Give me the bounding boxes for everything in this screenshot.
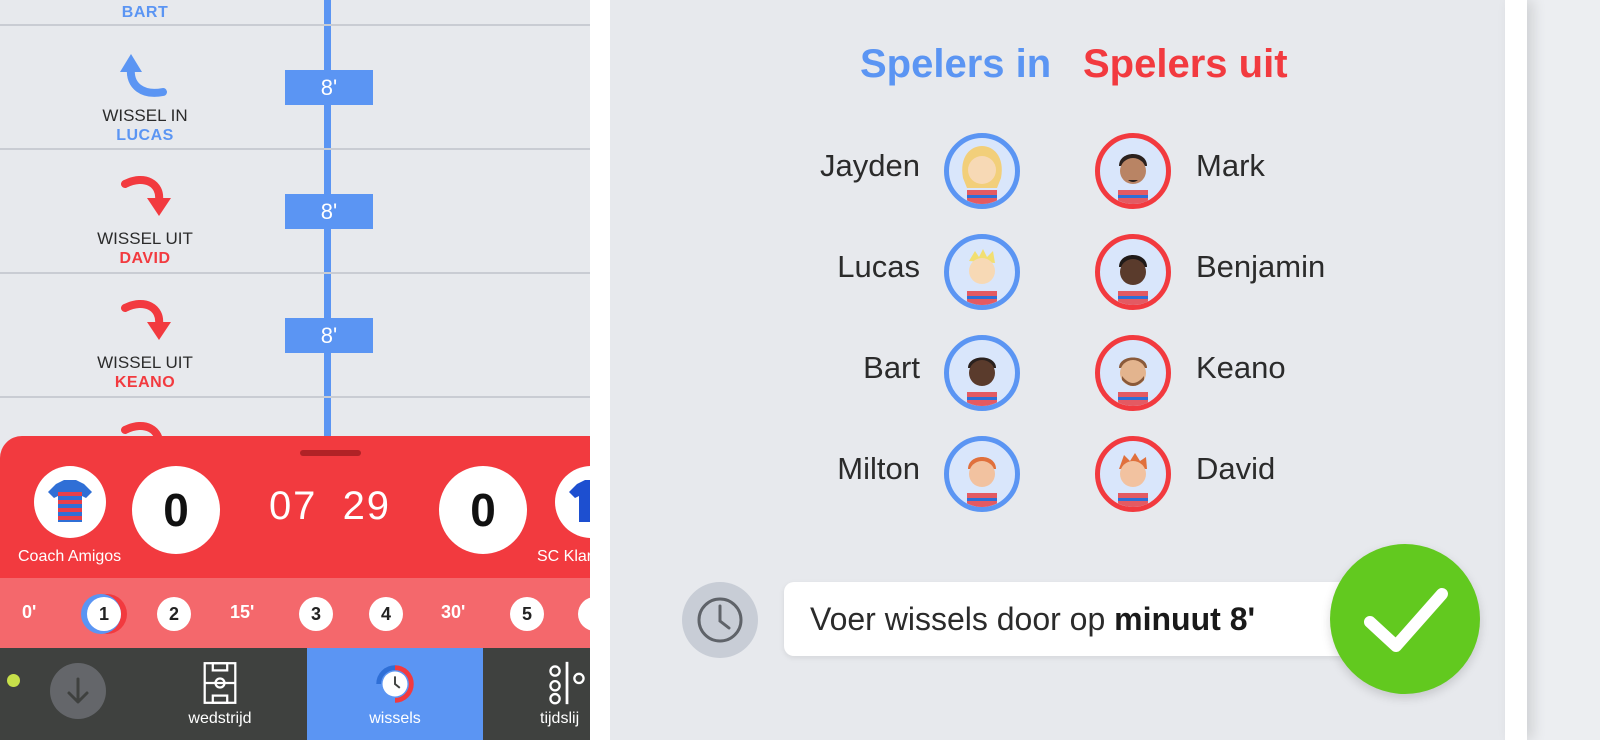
player-in-name: Bart bbox=[863, 350, 920, 385]
instruction-text: Voer wissels door op bbox=[810, 601, 1115, 637]
match-panel: BART WISSEL IN LUCAS 8' WISSEL UIT DAVID… bbox=[0, 0, 590, 740]
home-score[interactable]: 0 bbox=[132, 466, 220, 554]
player-avatar[interactable] bbox=[944, 436, 1020, 512]
divider bbox=[0, 148, 590, 150]
away-team-name: SC Klar bbox=[537, 548, 590, 565]
field-icon bbox=[203, 662, 237, 704]
clock-icon[interactable] bbox=[682, 582, 758, 658]
player-avatar[interactable] bbox=[944, 234, 1020, 310]
event-type: WISSEL UIT bbox=[97, 229, 193, 248]
substitution-clock-icon bbox=[376, 665, 414, 703]
substitute-out-icon bbox=[121, 300, 171, 340]
bottom-tab-bar: wedstrijd wissels tijdslij bbox=[0, 648, 590, 740]
tab-tijdslijn[interactable]: tijdslij bbox=[500, 648, 590, 740]
player-in-name: Milton bbox=[837, 451, 920, 486]
period-button[interactable]: 5 bbox=[510, 597, 544, 631]
scoreboard: 0 07 29 0 Coach Amigos SC Klar bbox=[0, 436, 590, 578]
clock-minutes: 07 bbox=[268, 484, 318, 528]
divider bbox=[0, 24, 590, 26]
event-minute-tag[interactable]: 8' bbox=[285, 70, 373, 105]
period-button[interactable]: 4 bbox=[369, 597, 403, 631]
frame-edge bbox=[1505, 0, 1527, 740]
divider bbox=[0, 272, 590, 274]
drawer-handle[interactable] bbox=[300, 450, 361, 456]
period-minute-label: 30' bbox=[441, 602, 466, 622]
event-type: WISSEL IN bbox=[102, 106, 188, 125]
status-dot bbox=[7, 674, 20, 687]
home-shirt-icon bbox=[34, 466, 106, 538]
tab-wissels[interactable]: wissels bbox=[307, 648, 483, 740]
player-avatar[interactable] bbox=[1095, 335, 1171, 411]
player-out-name: Keano bbox=[1196, 350, 1286, 385]
players-in-title: Spelers in bbox=[860, 42, 1052, 86]
player-avatar[interactable] bbox=[1095, 234, 1171, 310]
period-button[interactable]: 2 bbox=[157, 597, 191, 631]
players-out-title: Spelers uit bbox=[1083, 42, 1288, 86]
timeline-player-name: BART bbox=[121, 4, 169, 21]
tab-label: tijdslij bbox=[540, 710, 580, 727]
player-avatar[interactable] bbox=[1095, 133, 1171, 209]
player-avatar[interactable] bbox=[944, 335, 1020, 411]
player-out-name: Benjamin bbox=[1196, 249, 1326, 284]
event-minute-tag[interactable]: 8' bbox=[285, 194, 373, 229]
tab-label: wissels bbox=[369, 710, 421, 727]
event-type: WISSEL UIT bbox=[97, 353, 193, 372]
event-player: LUCAS bbox=[116, 127, 174, 144]
period-minute-label: 15' bbox=[230, 602, 255, 622]
event-minute-tag[interactable]: 8' bbox=[285, 318, 373, 353]
period-minute-label: 0' bbox=[22, 602, 37, 622]
player-avatar[interactable] bbox=[1095, 436, 1171, 512]
period-button[interactable] bbox=[578, 597, 590, 631]
confirm-instruction: Voer wissels door op minuut 8' bbox=[784, 582, 1359, 656]
player-in-name: Lucas bbox=[837, 249, 920, 284]
substitute-in-icon bbox=[120, 54, 167, 97]
away-shirt-icon bbox=[555, 466, 590, 538]
period-button[interactable]: 3 bbox=[299, 597, 333, 631]
period-button-active[interactable]: 1 bbox=[87, 597, 121, 631]
clock-seconds: 29 bbox=[342, 484, 392, 528]
timeline-icon bbox=[549, 661, 585, 705]
arrow-down-icon[interactable] bbox=[50, 663, 106, 719]
player-out-name: Mark bbox=[1196, 148, 1265, 183]
event-player: KEANO bbox=[114, 374, 176, 391]
substitute-out-icon bbox=[121, 176, 171, 216]
tab-wedstrijd[interactable]: wedstrijd bbox=[150, 648, 290, 740]
player-out-name: David bbox=[1196, 451, 1276, 486]
divider bbox=[0, 396, 590, 398]
home-team-name: Coach Amigos bbox=[18, 548, 122, 565]
instruction-minute: minuut 8' bbox=[1114, 601, 1256, 637]
period-selector: 0' 1 2 15' 3 4 30' 5 bbox=[0, 578, 590, 648]
event-player: DAVID bbox=[119, 250, 171, 267]
frame-edge bbox=[590, 0, 610, 740]
player-avatar[interactable] bbox=[944, 133, 1020, 209]
confirm-button[interactable] bbox=[1330, 544, 1480, 694]
away-score[interactable]: 0 bbox=[439, 466, 527, 554]
tab-label: wedstrijd bbox=[188, 710, 252, 727]
player-in-name: Jayden bbox=[820, 148, 920, 183]
match-clock: 07 29 bbox=[260, 484, 400, 529]
checkmark-icon bbox=[1364, 588, 1448, 652]
